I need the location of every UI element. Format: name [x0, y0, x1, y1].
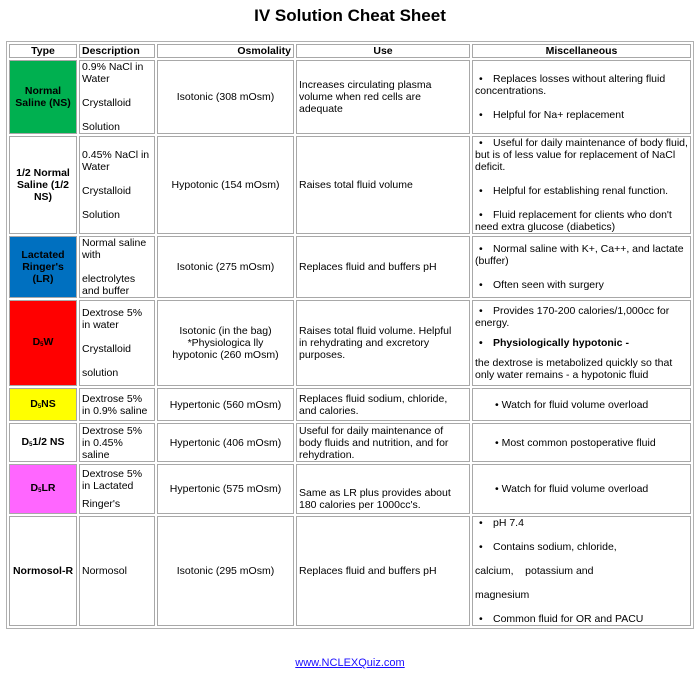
description-line: Crystalloid: [82, 343, 132, 355]
type-cell-d5lr: D5LR: [9, 464, 77, 514]
osmolality-cell: Isotonic (308 mOsm): [157, 60, 294, 134]
misc-item: the dextrose is metabolized quickly so t…: [475, 357, 673, 381]
table-header-row: Type Description Osmolality Use Miscella…: [9, 44, 691, 58]
description-cell: Dextrose 5% in Lactated Ringer's: [79, 464, 155, 514]
iv-solution-table: Type Description Osmolality Use Miscella…: [6, 41, 694, 629]
osmolality-cell: Hypertonic (406 mOsm): [157, 423, 294, 462]
type-cell-d5ns: D5NS: [9, 388, 77, 421]
type-cell-d5w: D5W: [9, 300, 77, 386]
osmolality-cell: Isotonic (in the bag) *Physiologica lly …: [157, 300, 294, 386]
misc-item: • Common fluid for OR and PACU: [475, 613, 688, 625]
type-cell-normal-saline: Normal Saline (NS): [9, 60, 77, 134]
header-description: Description: [79, 44, 155, 58]
bullet-icon: •: [479, 185, 483, 197]
misc-item: magnesium: [475, 589, 530, 601]
description-cell: 0.9% NaCl in Water Crystalloid Solution: [79, 60, 155, 134]
bullet-icon: •: [479, 305, 483, 317]
misc-item: • Helpful for Na+ replacement: [475, 109, 688, 121]
misc-item: • Contains sodium, chloride,: [475, 541, 688, 553]
table-row: Normal Saline (NS) 0.9% NaCl in Water Cr…: [9, 60, 691, 134]
table-row: Normosol-R Normosol Isotonic (295 mOsm) …: [9, 516, 691, 626]
description-cell: 0.45% NaCl in Water Crystalloid Solution: [79, 136, 155, 234]
use-cell: Raises total fluid volume. Helpful in re…: [296, 300, 470, 386]
use-cell: Replaces fluid sodium, chloride, and cal…: [296, 388, 470, 421]
description-line: Dextrose 5% in water: [82, 307, 143, 331]
description-line: solution: [82, 367, 119, 379]
misc-cell: • Useful for daily maintenance of body fl…: [472, 136, 691, 234]
misc-item: • Physiologically hypotonic -: [475, 337, 688, 349]
misc-cell: • pH 7.4 • Contains sodium, chloride, calc…: [472, 516, 691, 626]
bullet-icon: •: [479, 137, 483, 149]
description-line: Solution: [82, 121, 120, 133]
osmolality-cell: Isotonic (295 mOsm): [157, 516, 294, 626]
misc-item: • Fluid replacement for clients who don't…: [475, 209, 672, 233]
bullet-icon: •: [479, 109, 483, 121]
type-cell-d5-half-ns: D51/2 NS: [9, 423, 77, 462]
description-line: Crystalloid: [82, 185, 132, 197]
header-miscellaneous: Miscellaneous: [472, 44, 691, 58]
footer: www.NCLEXQuiz.com: [0, 657, 700, 669]
header-osmolality: Osmolality: [157, 44, 294, 58]
description-line: Normal saline with: [82, 237, 147, 261]
page-title: IV Solution Cheat Sheet: [254, 6, 446, 25]
use-cell: Replaces fluid and buffers pH: [296, 236, 470, 298]
osmolality-cell: Hypertonic (575 mOsm): [157, 464, 294, 514]
misc-item: • Normal saline with K+, Ca++, and lactat…: [475, 243, 684, 267]
table-row: D5W Dextrose 5% in water Crystalloid sol…: [9, 300, 691, 386]
bullet-icon: •: [479, 517, 483, 529]
osmolality-cell: Hypotonic (154 mOsm): [157, 136, 294, 234]
description-cell: Dextrose 5% in water Crystalloid solutio…: [79, 300, 155, 386]
misc-item: • pH 7.4: [475, 517, 688, 529]
misc-cell: • Replaces losses without altering fluid …: [472, 60, 691, 134]
description-line: 0.9% NaCl in Water: [82, 61, 144, 85]
description-line: Solution: [82, 209, 120, 221]
use-cell: Same as LR plus provides about 180 calor…: [296, 464, 470, 514]
header-type: Type: [9, 44, 77, 58]
bullet-icon: •: [479, 541, 483, 553]
bullet-icon: •: [479, 279, 483, 291]
description-line: electrolytes and buffer: [82, 273, 136, 297]
bullet-icon: •: [479, 209, 483, 221]
description-line: 0.45% NaCl in Water: [82, 149, 150, 173]
bullet-icon: •: [479, 73, 483, 85]
description-cell: Dextrose 5% in 0.45% saline: [79, 423, 155, 462]
nclexquiz-link[interactable]: www.NCLEXQuiz.com: [295, 657, 404, 669]
misc-cell: • Provides 170-200 calories/1,000cc for e…: [472, 300, 691, 386]
misc-cell: • Normal saline with K+, Ca++, and lactat…: [472, 236, 691, 298]
header-use: Use: [296, 44, 470, 58]
misc-item: • Replaces losses without altering fluid …: [475, 73, 666, 97]
misc-cell: • Watch for fluid volume overload: [472, 388, 691, 421]
table-row: D5LR Dextrose 5% in Lactated Ringer's Hy…: [9, 464, 691, 514]
misc-cell: • Watch for fluid volume overload: [472, 464, 691, 514]
misc-item: • Helpful for establishing renal function…: [475, 185, 688, 197]
misc-item: calcium, potassium and: [475, 565, 594, 577]
description-line: Dextrose 5% in Lactated: [82, 468, 143, 492]
description-cell: Dextrose 5% in 0.9% saline: [79, 388, 155, 421]
use-cell: Increases circulating plasma volume when…: [296, 60, 470, 134]
osmolality-cell: Isotonic (275 mOsm): [157, 236, 294, 298]
use-cell: Raises total fluid volume: [296, 136, 470, 234]
type-cell-normosol-r: Normosol-R: [9, 516, 77, 626]
type-label: Normal Saline (NS): [15, 85, 71, 109]
osmolality-cell: Hypertonic (560 mOsm): [157, 388, 294, 421]
table-row: D51/2 NS Dextrose 5% in 0.45% saline Hyp…: [9, 423, 691, 462]
description-cell: Normal saline with electrolytes and buff…: [79, 236, 155, 298]
description-line: Crystalloid: [82, 97, 132, 109]
type-cell-lactated-ringers: Lactated Ringer's (LR): [9, 236, 77, 298]
misc-item: • Useful for daily maintenance of body fl…: [475, 137, 688, 173]
use-cell: Useful for daily maintenance of body flu…: [296, 423, 470, 462]
description-cell: Normosol: [79, 516, 155, 626]
misc-cell: • Most common postoperative fluid: [472, 423, 691, 462]
use-cell: Replaces fluid and buffers pH: [296, 516, 470, 626]
table-row: 1/2 Normal Saline (1/2 NS) 0.45% NaCl in…: [9, 136, 691, 234]
bullet-icon: •: [479, 613, 483, 625]
table-row: Lactated Ringer's (LR) Normal saline wit…: [9, 236, 691, 298]
type-cell-half-normal-saline: 1/2 Normal Saline (1/2 NS): [9, 136, 77, 234]
table-row: D5NS Dextrose 5% in 0.9% saline Hyperton…: [9, 388, 691, 421]
misc-item: • Often seen with surgery: [475, 279, 688, 291]
bullet-icon: •: [479, 243, 483, 255]
misc-item: • Provides 170-200 calories/1,000cc for e…: [475, 305, 670, 329]
bullet-icon: •: [479, 337, 483, 349]
description-line: Ringer's: [82, 498, 121, 510]
